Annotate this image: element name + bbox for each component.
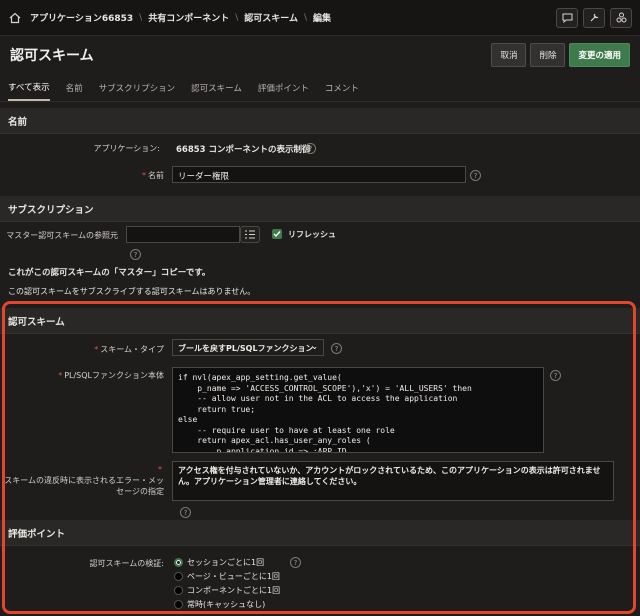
required-marker: * <box>142 171 146 180</box>
name-row: * 名前 リーダー権限 ? <box>0 164 640 190</box>
help-icon[interactable]: ? <box>130 249 141 260</box>
no-subscribers-note: この認可スキームをサブスクライブする認可スキームはありません。 <box>8 287 256 296</box>
validate-label: 認可スキームの検証: <box>89 559 164 568</box>
plsql-body-editor[interactable] <box>172 367 544 453</box>
breadcrumb-shared[interactable]: 共有コンポーネント <box>148 11 229 24</box>
scheme-type-select[interactable]: ブールを戻すPL/SQLファンクション ⌄ <box>172 339 324 356</box>
master-copy-note: これがこの認可スキームの「マスター」コピーです。 <box>8 268 211 278</box>
tab-bar: すべて表示 名前 サブスクリプション 認可スキーム 評価ポイント コメント <box>0 74 640 102</box>
tab-name[interactable]: 名前 <box>66 74 83 101</box>
app-label: アプリケーション: <box>93 144 160 153</box>
breadcrumb-edit: 編集 <box>313 14 332 24</box>
apply-changes-button[interactable]: 変更の適用 <box>569 43 630 67</box>
breadcrumb: アプリケーション66853 \ 共有コンポーネント \ 認可スキーム \ 編集 <box>30 11 332 25</box>
radio-per-page-view[interactable]: ページ・ビューごとに1回 <box>174 571 280 582</box>
comment-icon[interactable] <box>556 7 578 28</box>
required-marker: * <box>94 345 99 354</box>
help-icon[interactable]: ? <box>331 343 342 354</box>
plsql-body-row: *PL/SQLファンクション本体 ? <box>0 364 640 458</box>
radio-always[interactable]: 常時(キャッシュなし) <box>174 599 265 610</box>
chevron-down-icon: ⌄ <box>311 342 318 351</box>
home-icon[interactable] <box>8 11 22 25</box>
breadcrumb-app[interactable]: アプリケーション66853 <box>30 11 133 24</box>
scheme-type-row: * スキーム・タイプ ブールを戻すPL/SQLファンクション ⌄ ? <box>0 334 640 364</box>
list-icon[interactable] <box>240 226 260 243</box>
tab-show-all[interactable]: すべて表示 <box>8 74 50 101</box>
tab-subscription[interactable]: サブスクリプション <box>99 74 176 101</box>
breadcrumb-auth[interactable]: 認可スキーム <box>244 11 298 24</box>
help-icon[interactable]: ? <box>305 143 316 154</box>
master-ref-input[interactable] <box>126 226 240 243</box>
shapes-icon[interactable] <box>610 7 632 28</box>
master-ref-row: マスター認可スキームの参照元 リフレッシュ ? <box>0 222 640 262</box>
tab-comments[interactable]: コメント <box>325 74 359 101</box>
app-value: 66853 コンポーネントの表示制御 <box>176 145 311 155</box>
scheme-type-label: * スキーム・タイプ <box>94 345 164 354</box>
error-message-input[interactable]: アクセス権を付与されていないか、アカウントがロックされているため、このアプリケー… <box>172 461 614 501</box>
help-icon[interactable]: ? <box>290 557 301 568</box>
refresh-checkbox[interactable] <box>272 229 282 239</box>
top-bar: アプリケーション66853 \ 共有コンポーネント \ 認可スキーム \ 編集 <box>0 0 640 36</box>
help-icon[interactable]: ? <box>180 507 191 518</box>
name-label: * 名前 <box>142 171 164 180</box>
plsql-body-label: * PL/SQLファンクション本体 <box>58 371 164 380</box>
section-evaluation-header: 評価ポイント <box>0 520 640 546</box>
app-row: アプリケーション: 66853 コンポーネントの表示制御 ? <box>0 134 640 164</box>
radio-per-session[interactable]: セッションごとに1回 <box>174 557 264 568</box>
title-bar: 認可スキーム 取消 削除 変更の適用 <box>0 36 640 74</box>
section-subscription-header: サブスクリプション <box>0 196 640 222</box>
refresh-label: リフレッシュ <box>288 230 336 239</box>
master-ref-label: マスター認可スキームの参照元 <box>6 231 118 240</box>
help-icon[interactable]: ? <box>470 170 481 181</box>
name-input[interactable]: リーダー権限 <box>172 166 466 183</box>
evaluation-row: 認可スキームの検証: セッションごとに1回 ? ページ・ビューごとに1回 コンポ… <box>0 546 640 616</box>
tab-auth-scheme[interactable]: 認可スキーム <box>191 74 242 101</box>
wrench-icon[interactable] <box>583 7 605 28</box>
required-marker: * <box>58 371 63 380</box>
page-title: 認可スキーム <box>10 48 94 64</box>
cancel-button[interactable]: 取消 <box>491 43 527 67</box>
section-name-header: 名前 <box>0 108 640 134</box>
help-icon[interactable]: ? <box>550 370 561 381</box>
radio-selected <box>174 558 183 567</box>
radio-per-component[interactable]: コンポーネントごとに1回 <box>174 585 280 596</box>
error-message-row: * スキームの違反時に表示されるエラー・メッセージの指定 アクセス権を付与されてい… <box>0 458 640 522</box>
tab-evaluation-point[interactable]: 評価ポイント <box>258 74 309 101</box>
required-marker: * <box>158 465 162 474</box>
section-scheme-header: 認可スキーム <box>0 308 640 334</box>
error-message-label: * スキームの違反時に表示されるエラー・メッセージの指定 <box>0 464 164 497</box>
delete-button[interactable]: 削除 <box>530 43 566 67</box>
